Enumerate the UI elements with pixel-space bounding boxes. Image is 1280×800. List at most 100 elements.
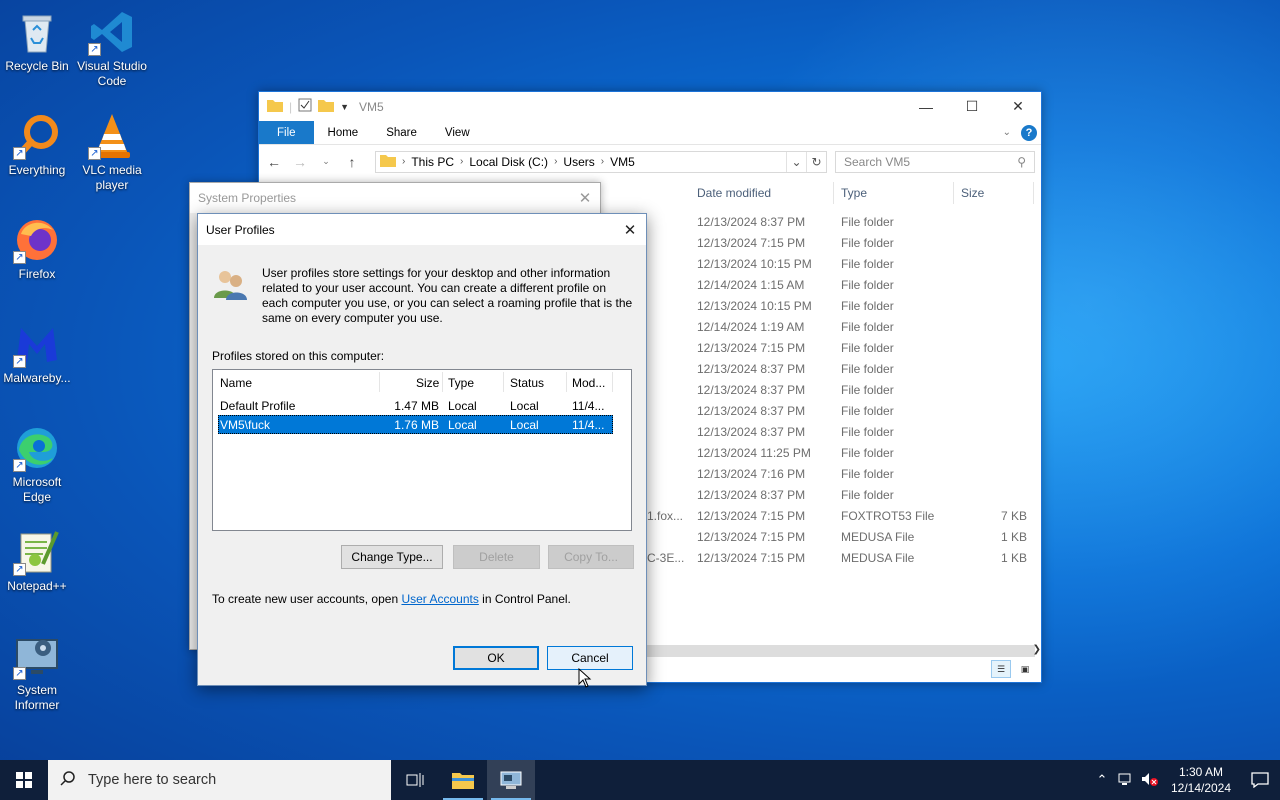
- taskbar-system-properties[interactable]: [487, 760, 535, 800]
- profile-modified: 11/4...: [572, 418, 605, 432]
- profile-row[interactable]: Default Profile 1.47 MB Local Local 11/4...: [218, 396, 613, 415]
- clock[interactable]: 1:30 AM 12/14/2024: [1162, 764, 1240, 796]
- close-button[interactable]: ✕: [995, 92, 1041, 121]
- file-name: 1.fox...: [647, 509, 684, 523]
- desktop-icon-vscode[interactable]: ↗ Visual Studio Code: [75, 8, 149, 89]
- folder-icon: [380, 153, 396, 170]
- delete-button[interactable]: Delete: [453, 545, 540, 569]
- tab-view[interactable]: View: [431, 121, 484, 144]
- column-date-modified[interactable]: Date modified: [697, 186, 771, 200]
- desktop-icon-malwarebytes[interactable]: ↗ Malwareby...: [0, 320, 74, 386]
- maximize-button[interactable]: ☐: [949, 92, 995, 121]
- close-button[interactable]: ✕: [614, 221, 646, 239]
- chevron-right-icon[interactable]: ›: [601, 156, 604, 167]
- properties-icon[interactable]: [298, 98, 312, 115]
- desktop-icon-system-informer[interactable]: ↗ System Informer: [0, 632, 74, 713]
- column-size[interactable]: Size: [961, 186, 984, 200]
- forward-button[interactable]: →: [291, 154, 309, 170]
- everything-search-icon: ↗: [13, 112, 61, 160]
- help-icon[interactable]: ?: [1021, 124, 1037, 141]
- refresh-icon[interactable]: ↻: [806, 151, 826, 172]
- horizontal-scrollbar[interactable]: [647, 645, 1035, 657]
- up-button[interactable]: ↑: [343, 154, 361, 170]
- file-type: File folder: [841, 446, 894, 460]
- desktop-icon-notepadpp[interactable]: ↗ Notepad++: [0, 528, 74, 594]
- chevron-right-icon[interactable]: ›: [554, 156, 557, 167]
- profile-row[interactable]: VM5\fuck 1.76 MB Local Local 11/4...: [218, 415, 613, 434]
- column-name[interactable]: Name: [220, 376, 252, 390]
- desktop-icon-firefox[interactable]: ↗ Firefox: [0, 216, 74, 282]
- chevron-down-icon[interactable]: ▼: [340, 102, 349, 112]
- edge-icon: ↗: [13, 424, 61, 472]
- ribbon-tabs: File Home Share View ⌄ ?: [259, 121, 1041, 145]
- column-status[interactable]: Status: [510, 376, 544, 390]
- profile-modified: 11/4...: [572, 399, 605, 413]
- column-type[interactable]: Type: [448, 376, 474, 390]
- action-center-button[interactable]: [1240, 772, 1280, 788]
- breadcrumb-local-disk[interactable]: Local Disk (C:): [469, 155, 548, 169]
- user-profiles-titlebar[interactable]: User Profiles ✕: [198, 214, 646, 245]
- desktop-icon-everything[interactable]: ↗ Everything: [0, 112, 74, 178]
- scroll-right-icon[interactable]: ❯: [1033, 644, 1041, 655]
- file-date-modified: 12/13/2024 10:15 PM: [697, 257, 812, 271]
- new-folder-icon[interactable]: [318, 98, 335, 115]
- column-type[interactable]: Type: [841, 186, 867, 200]
- user-profiles-dialog[interactable]: User Profiles ✕ User profiles store sett…: [197, 213, 647, 686]
- system-properties-titlebar[interactable]: System Properties ✕: [190, 183, 600, 213]
- volume-muted-icon[interactable]: [1138, 772, 1162, 789]
- tab-share[interactable]: Share: [372, 121, 431, 144]
- cancel-button[interactable]: Cancel: [547, 646, 633, 670]
- recent-locations-icon[interactable]: ⌄: [317, 156, 335, 167]
- task-view-button[interactable]: [391, 760, 439, 800]
- breadcrumb-vm5[interactable]: VM5: [610, 155, 635, 169]
- column-size[interactable]: Size: [416, 376, 439, 390]
- search-placeholder: Search VM5: [844, 154, 911, 169]
- file-date-modified: 12/13/2024 7:15 PM: [697, 551, 806, 565]
- chevron-right-icon[interactable]: ›: [460, 156, 463, 167]
- user-accounts-link[interactable]: User Accounts: [401, 592, 478, 606]
- file-explorer-icon: [452, 773, 474, 789]
- profile-size: 1.47 MB: [394, 399, 439, 413]
- address-dropdown-icon[interactable]: ⌄: [786, 151, 806, 172]
- taskbar-search-input[interactable]: Type here to search: [48, 760, 391, 800]
- desktop-icon-vlc[interactable]: ↗ VLC media player: [75, 112, 149, 193]
- back-button[interactable]: ←: [265, 154, 283, 170]
- chevron-right-icon[interactable]: ›: [402, 156, 405, 167]
- profiles-list[interactable]: Name Size Type Status Mod... Default Pro…: [212, 369, 632, 531]
- close-button[interactable]: ✕: [570, 189, 600, 207]
- file-type: File folder: [841, 320, 894, 334]
- taskbar: Type here to search ⌃ 1:30 AM 12/14/2024: [0, 760, 1280, 800]
- explorer-titlebar[interactable]: | ▼ VM5 — ☐ ✕: [259, 92, 1041, 121]
- search-input[interactable]: Search VM5 ⚲: [835, 150, 1035, 173]
- file-type: File folder: [841, 383, 894, 397]
- change-type-button[interactable]: Change Type...: [341, 545, 443, 569]
- windows-logo-icon: [16, 772, 32, 788]
- network-icon[interactable]: [1114, 772, 1138, 789]
- large-icons-view-icon[interactable]: ▣: [1015, 660, 1035, 678]
- tab-home[interactable]: Home: [314, 121, 373, 144]
- file-date-modified: 12/13/2024 8:37 PM: [697, 404, 806, 418]
- breadcrumb-users[interactable]: Users: [563, 155, 594, 169]
- desktop-icon-recycle-bin[interactable]: Recycle Bin: [0, 8, 74, 74]
- desktop-icon-edge[interactable]: ↗ Microsoft Edge: [0, 424, 74, 505]
- chevron-up-icon[interactable]: ⌃: [1090, 772, 1114, 788]
- copy-to-button[interactable]: Copy To...: [548, 545, 634, 569]
- intro-text: User profiles store settings for your de…: [262, 266, 633, 325]
- column-modified[interactable]: Mod...: [572, 376, 605, 390]
- file-type: File folder: [841, 215, 894, 229]
- expand-ribbon-icon[interactable]: ⌄: [1003, 127, 1011, 138]
- system-tray: ⌃ 1:30 AM 12/14/2024: [1090, 760, 1280, 800]
- footer-suffix: in Control Panel.: [478, 592, 571, 606]
- file-type: File folder: [841, 278, 894, 292]
- minimize-button[interactable]: —: [903, 92, 949, 121]
- address-bar[interactable]: › This PC › Local Disk (C:) › Users › VM…: [375, 150, 827, 173]
- taskbar-search-placeholder: Type here to search: [88, 772, 217, 788]
- taskbar-file-explorer[interactable]: [439, 760, 487, 800]
- tab-file[interactable]: File: [259, 121, 314, 144]
- file-date-modified: 12/13/2024 8:37 PM: [697, 488, 806, 502]
- profile-status: Local: [510, 418, 539, 432]
- breadcrumb-this-pc[interactable]: This PC: [411, 155, 454, 169]
- ok-button[interactable]: OK: [453, 646, 539, 670]
- details-view-icon[interactable]: ☰: [991, 660, 1011, 678]
- start-button[interactable]: [0, 760, 48, 800]
